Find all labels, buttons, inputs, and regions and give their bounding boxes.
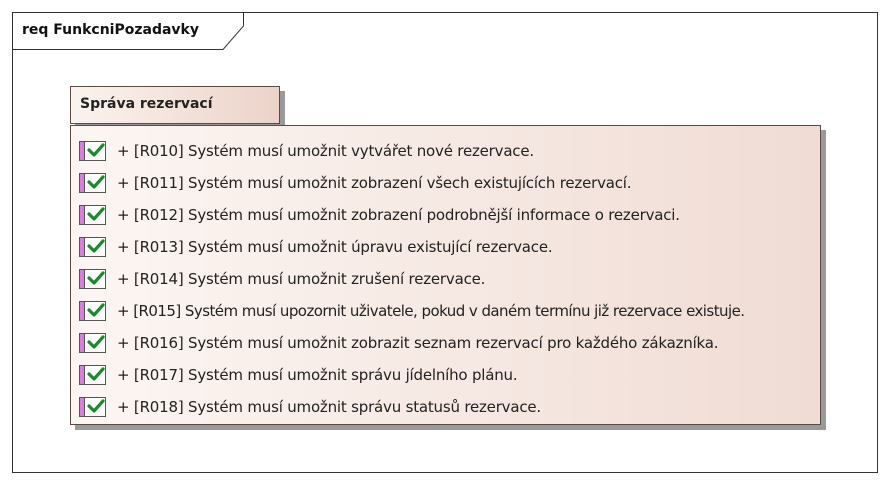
package-title: Správa rezervací bbox=[80, 96, 213, 112]
requirement-check-icon bbox=[79, 333, 107, 353]
requirement-check-icon bbox=[79, 365, 107, 385]
requirement-check-icon bbox=[79, 141, 107, 161]
requirement-text: + [R017] Systém musí umožnit správu jíde… bbox=[117, 366, 518, 384]
requirement-text: + [R011] Systém musí umožnit zobrazení v… bbox=[117, 174, 632, 192]
requirement-text: + [R014] Systém musí umožnit zrušení rez… bbox=[117, 270, 486, 288]
requirement-check-icon bbox=[79, 205, 107, 225]
requirement-item[interactable]: + [R015] Systém musí upozornit uživatele… bbox=[79, 295, 745, 327]
frame-name-tab: req FunkcniPozadavky bbox=[12, 12, 244, 50]
requirement-check-icon bbox=[79, 269, 107, 289]
requirement-item[interactable]: + [R012] Systém musí umožnit zobrazení p… bbox=[79, 199, 745, 231]
requirement-text: + [R010] Systém musí umožnit vytvářet no… bbox=[117, 142, 534, 160]
requirement-item[interactable]: + [R014] Systém musí umožnit zrušení rez… bbox=[79, 263, 745, 295]
requirement-item[interactable]: + [R010] Systém musí umožnit vytvářet no… bbox=[79, 135, 745, 167]
requirement-text: + [R015] Systém musí upozornit uživatele… bbox=[117, 302, 745, 320]
package-body[interactable]: + [R010] Systém musí umožnit vytvářet no… bbox=[70, 125, 821, 425]
requirement-check-icon bbox=[79, 173, 107, 193]
requirement-text: + [R016] Systém musí umožnit zobrazit se… bbox=[117, 334, 719, 352]
requirement-list: + [R010] Systém musí umožnit vytvářet no… bbox=[79, 135, 745, 423]
requirement-item[interactable]: + [R018] Systém musí umožnit správu stat… bbox=[79, 391, 745, 423]
requirement-check-icon bbox=[79, 301, 107, 321]
requirement-text: + [R013] Systém musí umožnit úpravu exis… bbox=[117, 238, 553, 256]
requirement-item[interactable]: + [R017] Systém musí umožnit správu jíde… bbox=[79, 359, 745, 391]
requirement-check-icon bbox=[79, 237, 107, 257]
requirement-item[interactable]: + [R013] Systém musí umožnit úpravu exis… bbox=[79, 231, 745, 263]
package-tab[interactable]: Správa rezervací bbox=[70, 86, 280, 124]
requirement-item[interactable]: + [R016] Systém musí umožnit zobrazit se… bbox=[79, 327, 745, 359]
requirement-check-icon bbox=[79, 397, 107, 417]
requirement-text: + [R018] Systém musí umožnit správu stat… bbox=[117, 398, 541, 416]
requirement-text: + [R012] Systém musí umožnit zobrazení p… bbox=[117, 206, 680, 224]
requirement-item[interactable]: + [R011] Systém musí umožnit zobrazení v… bbox=[79, 167, 745, 199]
frame-title: req FunkcniPozadavky bbox=[22, 22, 199, 38]
